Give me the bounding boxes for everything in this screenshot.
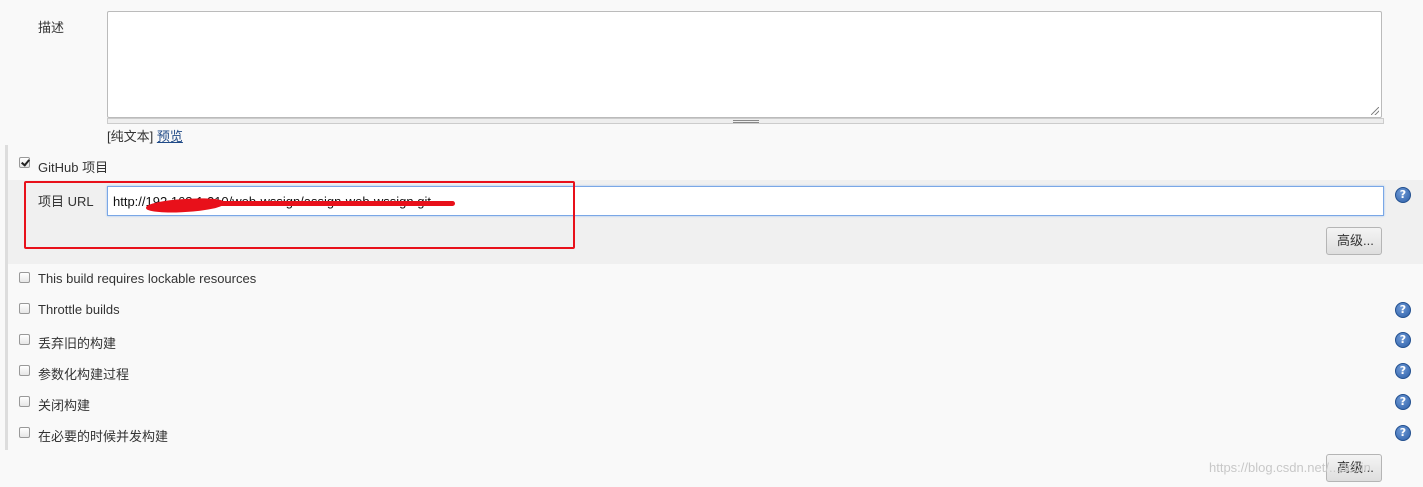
github-project-label: GitHub 项目 bbox=[38, 160, 109, 175]
question-circle-icon[interactable]: ? bbox=[1395, 425, 1411, 441]
option-label-throttle-builds: Throttle builds bbox=[38, 302, 120, 317]
preview-link[interactable]: 预览 bbox=[157, 129, 183, 144]
annotation-highlight-box bbox=[24, 181, 575, 249]
question-circle-icon[interactable]: ? bbox=[1395, 302, 1411, 318]
concurrent-builds-checkbox[interactable] bbox=[19, 427, 30, 438]
option-label-parameterized-build: 参数化构建过程 bbox=[38, 367, 130, 382]
bottom-advanced-button[interactable]: 高级... bbox=[1326, 454, 1382, 482]
question-circle-icon[interactable]: ? bbox=[1395, 394, 1411, 410]
description-format-links: [纯文本] 预览 bbox=[107, 126, 183, 145]
option-label-disable-build: 关闭构建 bbox=[38, 398, 91, 413]
plain-text-label: [纯文本] bbox=[107, 129, 154, 144]
option-label-lockable-resources: This build requires lockable resources bbox=[38, 271, 257, 286]
advanced-button[interactable]: 高级... bbox=[1326, 227, 1382, 255]
discard-old-builds-checkbox[interactable] bbox=[19, 334, 30, 345]
question-circle-icon[interactable]: ? bbox=[1395, 187, 1411, 203]
question-circle-icon[interactable]: ? bbox=[1395, 363, 1411, 379]
question-circle-icon[interactable]: ? bbox=[1395, 332, 1411, 348]
disable-build-checkbox[interactable] bbox=[19, 396, 30, 407]
github-project-checkbox[interactable] bbox=[19, 157, 30, 168]
description-label: 描述 bbox=[38, 20, 65, 35]
grip-icon bbox=[732, 120, 759, 123]
jenkins-job-config-page: 描述 [纯文本] 预览 GitHub 项目 项目 URL ? 高级... Thi… bbox=[0, 0, 1423, 487]
parameterized-build-checkbox[interactable] bbox=[19, 365, 30, 376]
textarea-grip[interactable] bbox=[107, 118, 1384, 124]
option-label-discard-old-builds: 丢弃旧的构建 bbox=[38, 336, 117, 351]
lockable-resources-checkbox[interactable] bbox=[19, 272, 30, 283]
option-label-concurrent-builds: 在必要的时候并发构建 bbox=[38, 429, 169, 444]
resize-handle-icon[interactable] bbox=[1371, 107, 1379, 115]
throttle-builds-checkbox[interactable] bbox=[19, 303, 30, 314]
description-textarea[interactable] bbox=[107, 11, 1382, 118]
